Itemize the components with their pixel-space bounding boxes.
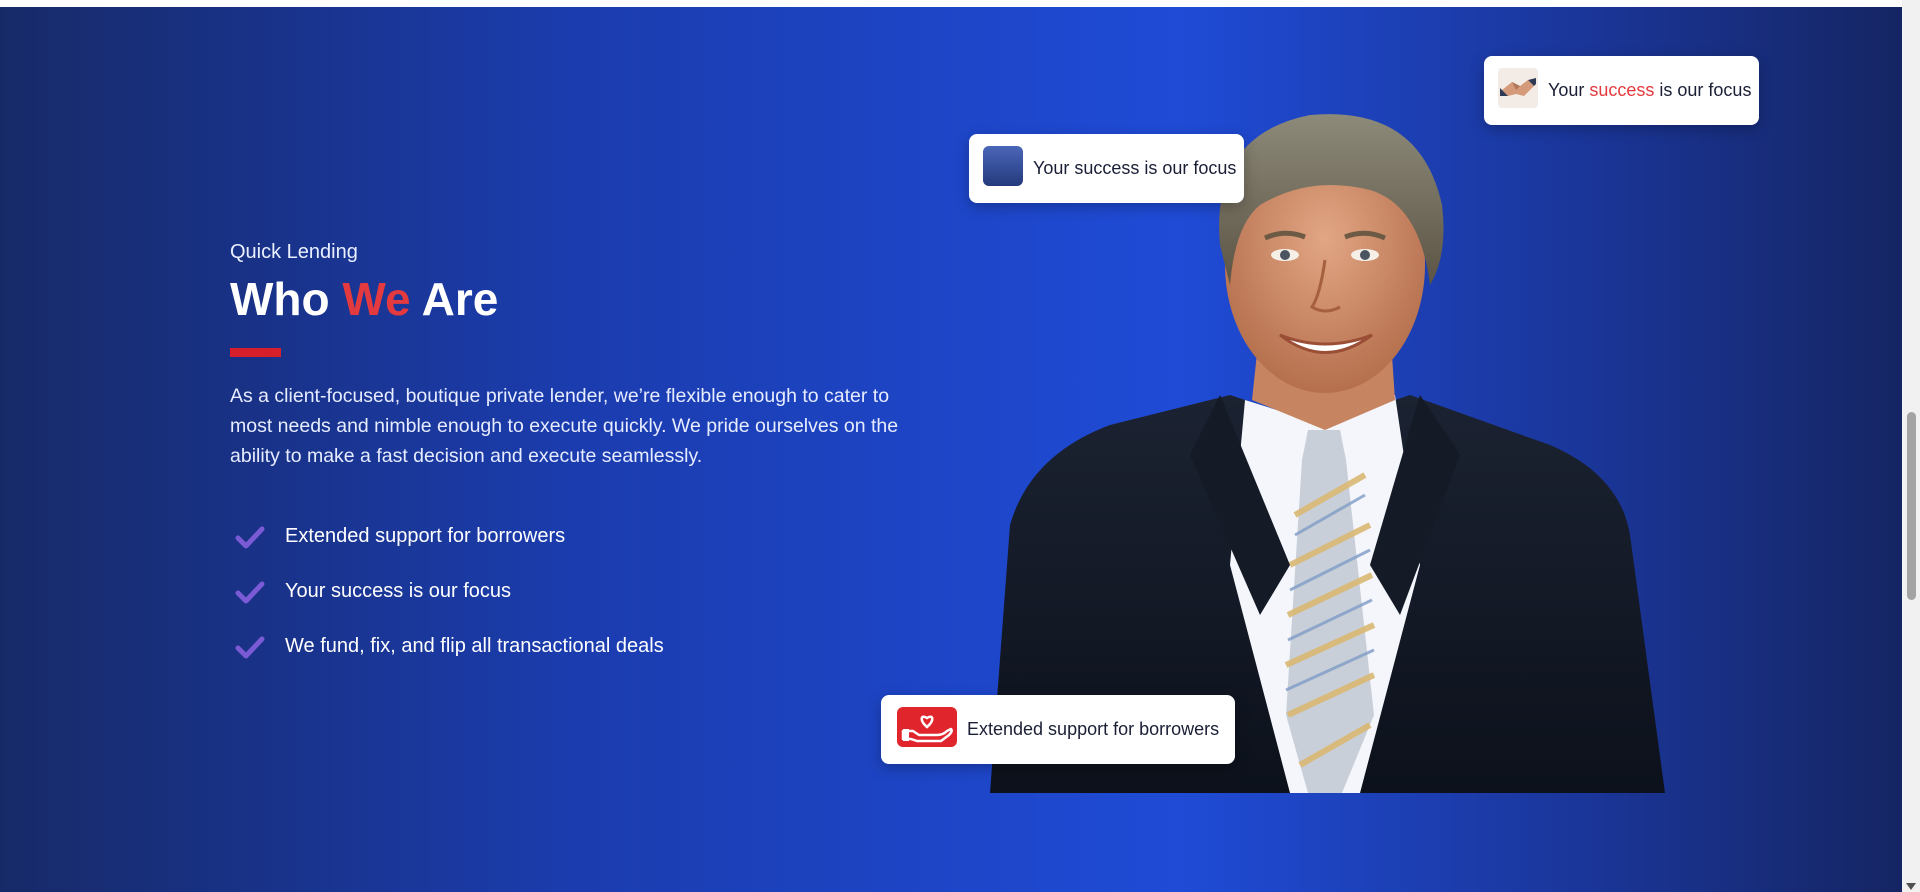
- blue-square-icon: [983, 146, 1023, 191]
- page-scrollbar[interactable]: [1902, 0, 1920, 892]
- section-eyebrow: Quick Lending: [230, 241, 358, 263]
- check-icon: [235, 636, 265, 658]
- checklist-item-label: We fund, fix, and flip all transactional…: [285, 635, 664, 657]
- handshake-card-accent: success: [1589, 80, 1655, 100]
- feature-checklist: Extended support for borrowers Your succ…: [230, 509, 930, 674]
- handshake-icon: [1498, 68, 1538, 113]
- who-we-are-section: Quick Lending Who We Are As a client-foc…: [0, 7, 1902, 892]
- hand-heart-icon: [897, 707, 957, 752]
- heading-part-2: Are: [410, 273, 499, 325]
- section-heading: Who We Are: [230, 271, 930, 327]
- heading-divider: [230, 348, 281, 357]
- checklist-item-label: Extended support for borrowers: [285, 525, 566, 547]
- check-icon: [235, 581, 265, 603]
- support-card-label: Extended support for borrowers: [967, 719, 1220, 739]
- handshake-card-label: Your success is our focus: [1548, 80, 1751, 101]
- support-card: Extended support for borrowers: [881, 695, 1235, 764]
- focus-card: Your success is our focus: [969, 134, 1244, 203]
- scroll-down-arrow-icon[interactable]: [1906, 883, 1916, 890]
- checklist-item-label: Your success is our focus: [285, 580, 512, 602]
- handshake-card-pre: Your: [1548, 80, 1590, 100]
- focus-card-label: Your success is our focus: [1033, 158, 1237, 178]
- list-item: Your success is our focus: [230, 564, 930, 619]
- handshake-card: Your success is our focus: [1484, 56, 1759, 125]
- list-item: We fund, fix, and flip all transactional…: [230, 619, 930, 674]
- heading-part-1: Who: [230, 273, 343, 325]
- check-icon: [235, 526, 265, 548]
- heading-accent: We: [342, 273, 411, 325]
- page: Quick Lending Who We Are As a client-foc…: [0, 0, 1920, 892]
- scrollbar-thumb[interactable]: [1907, 412, 1916, 600]
- handshake-card-post: is our focus: [1654, 80, 1752, 100]
- list-item: Extended support for borrowers: [230, 509, 930, 564]
- intro-paragraph: As a client-focused, boutique private le…: [230, 385, 899, 467]
- intro-text-column: Quick Lending Who We Are As a client-foc…: [230, 239, 930, 674]
